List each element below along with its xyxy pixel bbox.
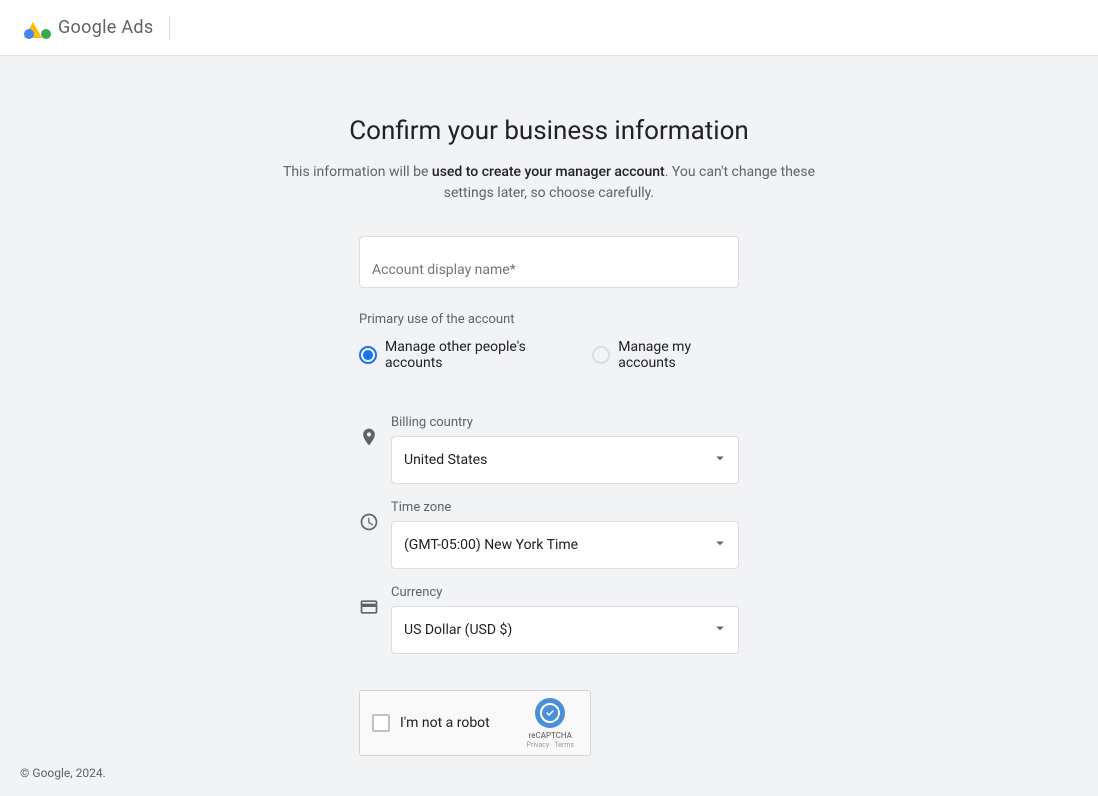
billing-country-section: Billing country United States United Kin… (359, 415, 739, 484)
currency-section: Currency US Dollar (USD $) Euro (EUR €) … (359, 585, 739, 654)
form-container: Primary use of the account Manage other … (359, 236, 739, 756)
time-zone-icon (359, 512, 379, 536)
google-ads-logo: Google Ads (24, 14, 153, 42)
subtitle-part1: This information will be (283, 164, 432, 180)
page-subtitle: This information will be used to create … (269, 162, 829, 204)
time-zone-label: Time zone (391, 500, 739, 515)
header: Google Ads (0, 0, 1098, 56)
recaptcha-left: I'm not a robot (372, 714, 490, 732)
currency-select[interactable]: US Dollar (USD $) Euro (EUR €) British P… (391, 606, 739, 654)
billing-country-content: Billing country United States United Kin… (391, 415, 739, 484)
recaptcha-brand-name: reCAPTCHA (527, 731, 574, 741)
primary-use-section: Primary use of the account Manage other … (359, 312, 739, 395)
recaptcha-text: I'm not a robot (400, 715, 490, 731)
time-zone-select-wrapper: (GMT-05:00) New York Time (GMT-08:00) Lo… (391, 521, 739, 569)
primary-use-label: Primary use of the account (359, 312, 739, 327)
billing-country-label: Billing country (391, 415, 739, 430)
radio-manage-others[interactable]: Manage other people's accounts (359, 339, 568, 371)
main-content: Confirm your business information This i… (0, 56, 1098, 796)
time-zone-select[interactable]: (GMT-05:00) New York Time (GMT-08:00) Lo… (391, 521, 739, 569)
recaptcha-brand: reCAPTCHA Privacy · Terms (527, 731, 574, 749)
logo-text: Google Ads (58, 17, 153, 38)
account-name-input[interactable] (359, 236, 739, 288)
google-ads-icon (24, 14, 52, 42)
billing-country-icon (359, 427, 379, 451)
footer: © Google, 2024. (20, 766, 106, 780)
currency-icon (359, 597, 379, 621)
header-divider (169, 16, 170, 40)
radio-manage-others-input[interactable] (359, 346, 377, 364)
footer-text: © Google, 2024. (20, 766, 106, 780)
radio-group: Manage other people's accounts Manage my… (359, 339, 739, 371)
billing-country-select[interactable]: United States United Kingdom Canada Aust… (391, 436, 739, 484)
time-zone-content: Time zone (GMT-05:00) New York Time (GMT… (391, 500, 739, 569)
recaptcha-box: I'm not a robot reCAPTCHA Privacy · Term… (359, 690, 591, 756)
time-zone-section: Time zone (GMT-05:00) New York Time (GMT… (359, 500, 739, 569)
recaptcha-right: reCAPTCHA Privacy · Terms (527, 697, 574, 749)
page-title: Confirm your business information (349, 116, 749, 146)
recaptcha-links: Privacy · Terms (527, 741, 574, 749)
currency-label: Currency (391, 585, 739, 600)
billing-country-select-wrapper: United States United Kingdom Canada Aust… (391, 436, 739, 484)
currency-select-wrapper: US Dollar (USD $) Euro (EUR €) British P… (391, 606, 739, 654)
radio-manage-mine[interactable]: Manage my accounts (592, 339, 739, 371)
recaptcha-wrapper: I'm not a robot reCAPTCHA Privacy · Term… (359, 690, 739, 756)
subtitle-bold: used to create your manager account (432, 164, 665, 180)
radio-manage-mine-input[interactable] (592, 346, 610, 364)
account-name-wrapper (359, 236, 739, 288)
recaptcha-logo-icon (534, 697, 566, 729)
radio-manage-mine-label: Manage my accounts (618, 339, 739, 371)
radio-manage-others-label: Manage other people's accounts (385, 339, 568, 371)
currency-content: Currency US Dollar (USD $) Euro (EUR €) … (391, 585, 739, 654)
recaptcha-checkbox[interactable] (372, 714, 390, 732)
